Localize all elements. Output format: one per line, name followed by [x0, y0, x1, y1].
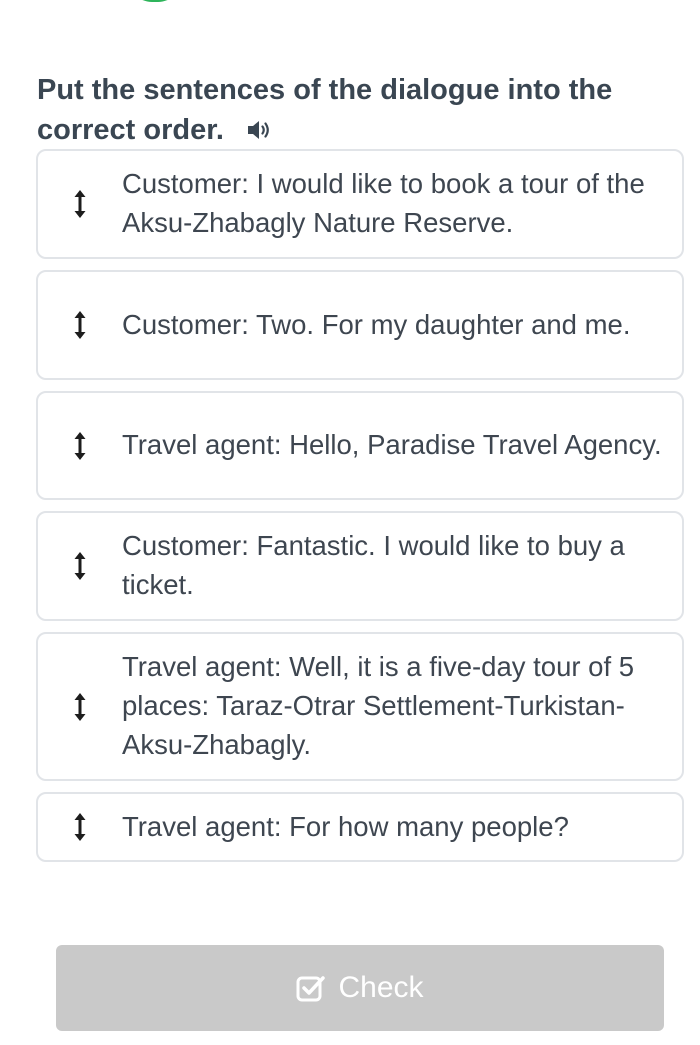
item-text: Travel agent: Hello, Paradise Travel Age… — [122, 429, 662, 460]
sortable-list: Customer: I would like to book a tour of… — [36, 149, 684, 873]
checkbox-check-icon — [296, 976, 326, 1002]
drag-handle-icon[interactable] — [38, 812, 122, 842]
item-text: Customer: Fantastic. I would like to buy… — [122, 530, 625, 600]
speaker-icon[interactable] — [246, 113, 274, 139]
check-button-label: Check — [338, 971, 424, 1004]
sortable-item[interactable]: Customer: I would like to book a tour of… — [36, 149, 684, 259]
instruction-text: Put the sentences of the dialogue into t… — [37, 74, 613, 146]
drag-handle-icon[interactable] — [38, 692, 122, 722]
drag-handle-icon[interactable] — [38, 551, 122, 581]
progress-indicator — [128, 0, 182, 2]
sortable-item[interactable]: Customer: Fantastic. I would like to buy… — [36, 511, 684, 621]
check-button[interactable]: Check — [56, 945, 664, 1031]
sortable-item[interactable]: Travel agent: Well, it is a five-day tou… — [36, 632, 684, 781]
item-text: Travel agent: Well, it is a five-day tou… — [122, 651, 635, 760]
item-text: Customer: Two. For my daughter and me. — [122, 308, 631, 340]
sortable-item[interactable]: Travel agent: Hello, Paradise Travel Age… — [36, 391, 684, 500]
instruction: Put the sentences of the dialogue into t… — [37, 70, 677, 150]
item-text: Customer: I would like to book a tour of… — [122, 168, 645, 238]
exercise-page: Put the sentences of the dialogue into t… — [0, 0, 700, 1045]
drag-handle-icon[interactable] — [38, 310, 122, 340]
sortable-item[interactable]: Travel agent: For how many people? — [36, 792, 684, 862]
drag-handle-icon[interactable] — [38, 431, 122, 461]
sortable-item[interactable]: Customer: Two. For my daughter and me. — [36, 270, 684, 380]
drag-handle-icon[interactable] — [38, 189, 122, 219]
item-text: Travel agent: For how many people? — [122, 810, 569, 842]
